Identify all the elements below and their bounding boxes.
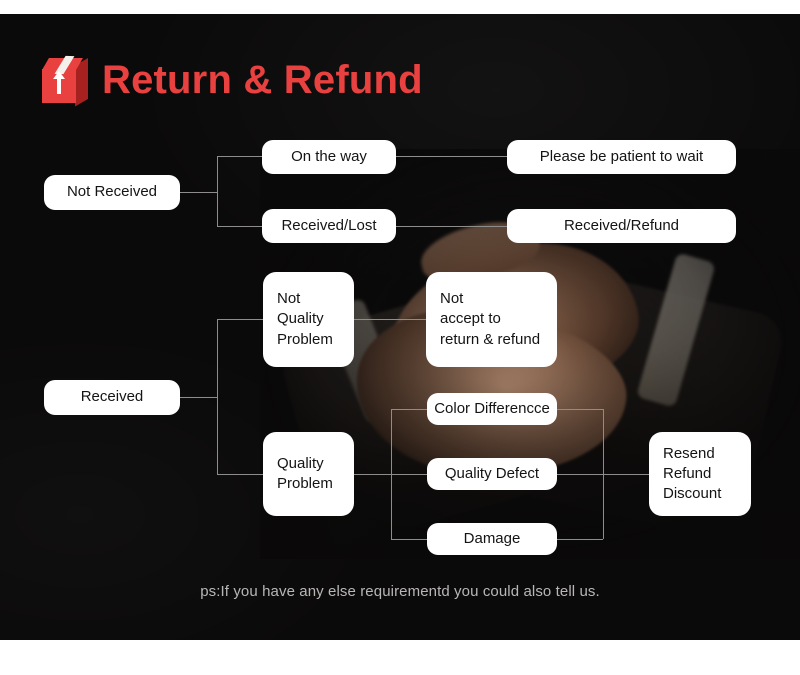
node-label: Please be patient to wait <box>539 147 704 165</box>
node-quality-defect[interactable]: Quality Defect <box>427 458 557 490</box>
node-resolution[interactable]: Resend Refund Discount <box>649 432 751 516</box>
return-flowchart: Not Received On the way Received/Lost Pl… <box>0 0 800 675</box>
connector-quality-defect-out <box>557 474 603 475</box>
node-on-the-way[interactable]: On the way <box>262 140 396 174</box>
node-label: Not Quality Problem <box>277 290 333 348</box>
connector-to-damage <box>391 539 427 540</box>
node-received[interactable]: Received <box>44 380 180 415</box>
node-label: Resend Refund Discount <box>663 444 722 503</box>
footnote-text: ps:If you have any else requirementd you… <box>200 583 600 600</box>
connector-to-color-difference <box>391 409 427 410</box>
connector-not-received-stem <box>180 192 218 193</box>
node-damage[interactable]: Damage <box>427 523 557 555</box>
node-label: On the way <box>291 147 367 165</box>
node-please-be-patient[interactable]: Please be patient to wait <box>507 140 736 174</box>
node-label: Not Received <box>66 183 158 201</box>
node-received-refund[interactable]: Received/Refund <box>507 209 736 243</box>
connector-not-quality-to-not-accept <box>354 319 426 320</box>
connector-to-not-quality <box>217 319 263 320</box>
node-label: Not accept to return & refund <box>440 290 541 348</box>
return-refund-banner: Return & Refund Not Received On the way … <box>0 0 800 675</box>
node-label: Quality Defect <box>444 464 540 482</box>
node-received-lost[interactable]: Received/Lost <box>262 209 396 243</box>
node-label: Damage <box>463 529 521 547</box>
node-not-quality-problem[interactable]: Not Quality Problem <box>263 272 354 367</box>
connector-to-quality-problem <box>217 474 263 475</box>
connector-on-the-way-to-wait <box>396 156 507 157</box>
node-label: Quality Problem <box>277 454 333 492</box>
node-quality-problem[interactable]: Quality Problem <box>263 432 354 516</box>
connector-lost-to-refund <box>396 226 507 227</box>
node-not-accept-return-refund[interactable]: Not accept to return & refund <box>426 272 557 367</box>
node-label: Color Differencce <box>434 399 550 417</box>
connector-received-stem <box>180 397 218 398</box>
node-label: Received/Refund <box>563 216 680 234</box>
connector-bus-to-resolution <box>603 474 649 475</box>
connector-damage-out <box>557 539 603 540</box>
connector-to-quality-defect <box>391 474 427 475</box>
connector-not-received-bus <box>217 156 218 226</box>
node-not-received[interactable]: Not Received <box>44 175 180 210</box>
connector-to-on-the-way <box>217 156 262 157</box>
node-color-difference[interactable]: Color Differencce <box>427 393 557 425</box>
connector-received-bus <box>217 319 218 475</box>
node-label: Received/Lost <box>281 216 377 234</box>
node-label: Received <box>80 388 144 406</box>
connector-color-difference-out <box>557 409 603 410</box>
connector-to-received-lost <box>217 226 262 227</box>
connector-quality-problem-stem <box>354 474 391 475</box>
